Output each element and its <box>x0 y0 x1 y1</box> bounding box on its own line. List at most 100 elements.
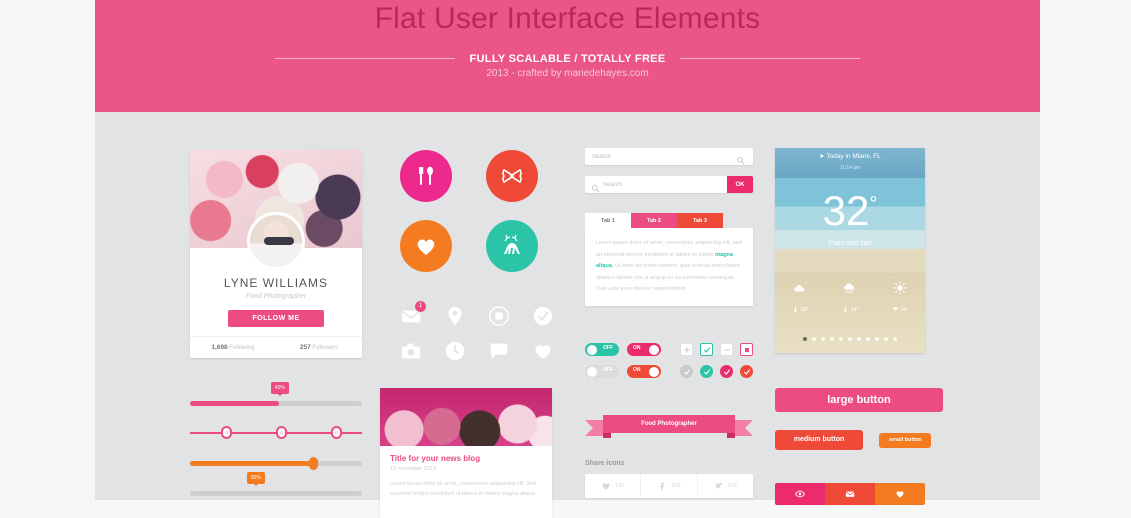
toggle-off-white[interactable]: OFF <box>585 365 619 378</box>
stat-followers-value: 257 <box>299 344 311 351</box>
search-field-2[interactable]: OK <box>585 176 753 193</box>
stat-following: 1,698 Following <box>190 344 276 351</box>
carousel-dot[interactable] <box>812 337 816 341</box>
small-button[interactable]: small button <box>879 432 932 448</box>
news-text: Lorem ipsum dolor sit amet, consectetur … <box>390 481 537 498</box>
carousel-dot[interactable] <box>821 337 825 341</box>
forecast-icons-row <box>775 273 925 300</box>
search-field-1[interactable] <box>585 148 753 165</box>
search-input-2[interactable] <box>603 176 723 193</box>
tab-1[interactable]: Tab 1 <box>585 213 631 228</box>
stat-followers-label: Followers <box>312 345 339 351</box>
check-radio-teal[interactable] <box>700 365 713 378</box>
clock-icon-button[interactable] <box>444 340 466 362</box>
heart-icon-button[interactable] <box>532 340 554 362</box>
sun-icon <box>893 281 907 295</box>
check-circle-icon-button[interactable] <box>532 305 554 327</box>
notification-badge: 1 <box>415 301 426 312</box>
progress-slider-orange-2[interactable]: 30% <box>190 472 362 508</box>
rain-cloud-icon <box>844 283 855 294</box>
icon-bar-heart-button[interactable] <box>875 483 925 505</box>
facebook-icon <box>660 482 665 491</box>
check-radio-pink[interactable] <box>720 365 733 378</box>
share-heart-button[interactable]: 125 <box>585 474 642 498</box>
news-date: 12 november 2013 <box>390 466 436 472</box>
map-pin-icon-button[interactable] <box>444 305 466 327</box>
forecast-temps-row: 30° 24° 34° <box>775 300 925 313</box>
thermometer-icon <box>844 306 847 313</box>
carousel-dot[interactable] <box>857 337 861 341</box>
ribbon-fold-left <box>603 433 611 438</box>
progress-slider-pink[interactable]: 40% <box>190 382 362 418</box>
twitter-icon <box>714 482 723 489</box>
carousel-dot[interactable] <box>848 337 852 341</box>
stop-checkbox[interactable] <box>740 343 753 356</box>
deer-icon <box>504 234 520 254</box>
toggle-on-red[interactable]: ON <box>627 365 661 378</box>
carousel-dot[interactable] <box>803 337 807 341</box>
toggle-on-pink[interactable]: ON <box>627 343 661 356</box>
circle-button-cutlery[interactable] <box>400 150 452 202</box>
image-icon-button[interactable] <box>488 305 510 327</box>
carousel-dot[interactable] <box>839 337 843 341</box>
camera-icon <box>401 343 421 359</box>
share-twitter-button[interactable]: 675 <box>698 474 753 498</box>
slider-knob-3[interactable]: 0 <box>331 426 343 439</box>
share-twitter-count: 675 <box>727 483 737 489</box>
camera-icon-button[interactable] <box>400 340 422 362</box>
share-title: Share icons <box>585 460 625 467</box>
share-group: Share icons 125 998 675 <box>585 460 753 498</box>
slider-knob-1[interactable]: 0 <box>220 426 232 439</box>
medium-button[interactable]: medium button <box>775 429 863 450</box>
forecast-day-1 <box>775 281 825 300</box>
check-radio-gray[interactable] <box>680 365 693 378</box>
icon-bar-envelope-button[interactable] <box>825 483 875 505</box>
large-button[interactable]: large button <box>775 388 943 412</box>
rule-left <box>275 58 456 60</box>
carousel-dot[interactable] <box>866 337 870 341</box>
share-bar: 125 998 675 <box>585 474 753 498</box>
search-group: OK <box>585 148 753 204</box>
profile-card: LYNE WILLIAMS Food Photographer FOLLOW M… <box>190 150 362 358</box>
search-ok-button[interactable]: OK <box>727 176 753 193</box>
carousel-dot[interactable] <box>875 337 879 341</box>
slider-track <box>190 491 362 496</box>
slider-tooltip: 40% <box>270 382 289 396</box>
forecast-temp-3: 34° <box>875 306 925 313</box>
plus-checkbox[interactable] <box>680 343 693 356</box>
progress-slider-orange[interactable] <box>190 448 362 478</box>
comment-icon-button[interactable] <box>488 340 510 362</box>
icon-bar-eye-button[interactable] <box>775 483 825 505</box>
check-radio-red[interactable] <box>740 365 753 378</box>
profile-name: LYNE WILLIAMS <box>223 276 329 290</box>
tab-3[interactable]: Tab 3 <box>677 213 723 228</box>
check-icon <box>703 368 710 375</box>
search-icon <box>591 180 600 193</box>
carousel-dot[interactable] <box>884 337 888 341</box>
envelope-icon-button[interactable]: 1 <box>400 301 426 327</box>
radio-row <box>680 365 753 378</box>
umbrella-icon <box>892 307 899 313</box>
plus-icon <box>683 346 690 353</box>
circle-button-deer[interactable] <box>486 220 538 272</box>
toggle-off-teal[interactable]: OFF <box>585 343 619 356</box>
ribbon-fold-right <box>727 433 735 438</box>
ribbon-banner: Food Photographer <box>585 415 753 441</box>
carousel-dot[interactable] <box>830 337 834 341</box>
check-checkbox[interactable] <box>700 343 713 356</box>
envelope-icon <box>845 491 855 497</box>
slider-knob-2[interactable]: 0 <box>276 426 287 439</box>
circle-button-heart[interactable] <box>400 220 452 272</box>
minus-checkbox[interactable] <box>720 343 733 356</box>
toggle-knob <box>649 344 659 355</box>
search-input-1[interactable] <box>592 148 712 165</box>
toggle-knob <box>649 366 659 377</box>
follow-button[interactable]: FOLLOW ME <box>228 310 324 327</box>
share-facebook-button[interactable]: 998 <box>641 474 698 498</box>
slider-thumb[interactable] <box>308 457 318 470</box>
news-title[interactable]: Title for your news blog <box>390 454 542 463</box>
tab-2[interactable]: Tab 2 <box>631 213 677 228</box>
circle-button-bow[interactable] <box>486 150 538 202</box>
range-slider-pink[interactable]: 0 0 0 <box>190 418 362 448</box>
carousel-dot[interactable] <box>893 337 897 341</box>
